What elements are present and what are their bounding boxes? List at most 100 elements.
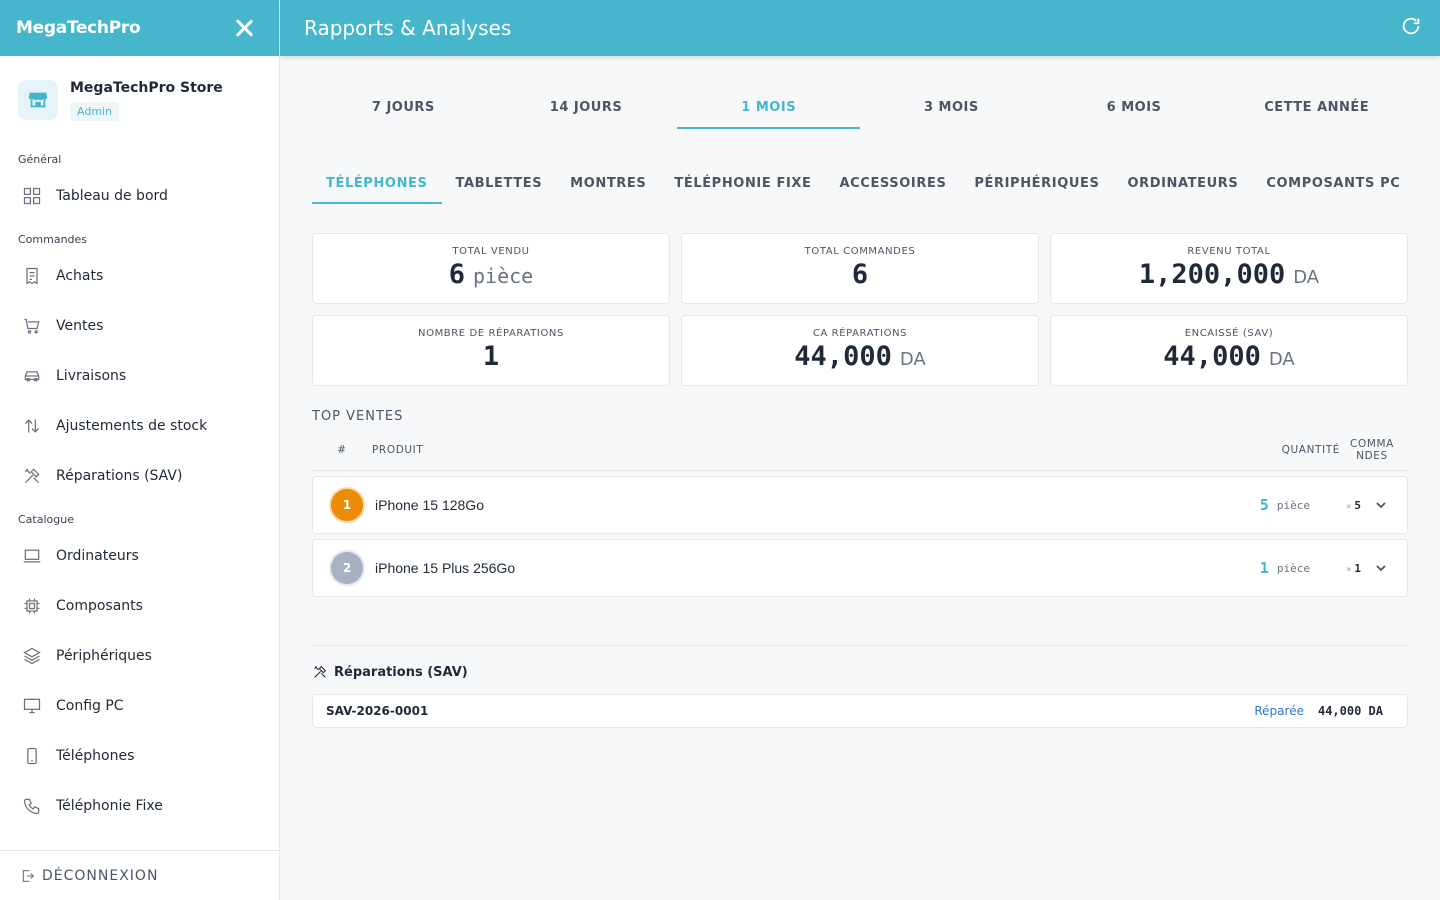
sidebar-item-dashboard[interactable]: Tableau de bord xyxy=(0,171,279,221)
layers-icon xyxy=(23,647,41,665)
stat-value: 44,000 DA xyxy=(1163,341,1295,372)
stats-grid: TOTAL VENDU 6 pièce TOTAL COMMANDES 6 REV… xyxy=(312,233,1408,386)
sidebar-item-label: Téléphones xyxy=(56,748,135,764)
stat-card-total-revenue: REVENU TOTAL 1,200,000 DA xyxy=(1050,233,1408,304)
stat-card-collected: ENCAISSÉ (SAV) 44,000 DA xyxy=(1050,315,1408,386)
sidebar-item-label: Ventes xyxy=(56,318,104,334)
stat-label: REVENU TOTAL xyxy=(1187,246,1271,257)
page-title: Rapports & Analyses xyxy=(304,16,512,40)
tab-7-days[interactable]: 7 JOURS xyxy=(312,90,495,129)
stat-label: TOTAL VENDU xyxy=(452,246,530,257)
stat-label: ENCAISSÉ (SAV) xyxy=(1184,328,1274,339)
tab-phones[interactable]: TÉLÉPHONES xyxy=(312,166,442,204)
sidebar-item-peripherals[interactable]: Périphériques xyxy=(0,631,279,681)
tab-landline[interactable]: TÉLÉPHONIE FIXE xyxy=(660,166,825,204)
receipt-icon xyxy=(26,267,38,285)
chevron-down-icon[interactable] xyxy=(1375,499,1387,511)
tab-computers[interactable]: ORDINATEURS xyxy=(1113,166,1252,204)
nav-section-orders: Commandes xyxy=(18,233,88,246)
tab-peripherals[interactable]: PÉRIPHÉRIQUES xyxy=(960,166,1113,204)
tab-1-month[interactable]: 1 MOIS xyxy=(677,90,861,129)
grid-icon xyxy=(23,187,41,205)
tab-watches[interactable]: MONTRES xyxy=(556,166,660,204)
sidebar-item-label: Réparations (SAV) xyxy=(56,468,183,484)
category-tabs: TÉLÉPHONES TABLETTES MONTRES TÉLÉPHONIE … xyxy=(312,166,1408,204)
sidebar-header: MegaTechPro xyxy=(0,0,279,56)
refresh-icon xyxy=(1402,17,1420,34)
tab-accessories[interactable]: ACCESSOIRES xyxy=(826,166,961,204)
repairs-section-title: Réparations (SAV) xyxy=(312,664,1408,680)
sidebar-item-label: Téléphonie Fixe xyxy=(56,798,163,814)
rank-badge: 1 xyxy=(331,489,363,521)
stat-card-repairs-revenue: CA RÉPARATIONS 44,000 DA xyxy=(681,315,1039,386)
rank-badge: 2 xyxy=(331,552,363,584)
sidebar-item-purchases[interactable]: Achats xyxy=(0,251,279,301)
sidebar-item-label: Composants xyxy=(56,598,143,614)
car-icon xyxy=(24,371,40,382)
logout-label: DÉCONNEXION xyxy=(42,867,159,884)
logout-button[interactable]: DÉCONNEXION xyxy=(0,850,279,900)
stat-label: TOTAL COMMANDES xyxy=(804,246,916,257)
sidebar-item-stock[interactable]: Ajustements de stock xyxy=(0,401,279,451)
tab-this-year[interactable]: CETTE ANNÉE xyxy=(1225,90,1408,129)
stat-unit: DA xyxy=(1293,267,1320,288)
sidebar-item-computers[interactable]: Ordinateurs xyxy=(0,531,279,581)
tab-pc-components[interactable]: COMPOSANTS PC xyxy=(1252,166,1408,204)
sidebar-item-label: Tableau de bord xyxy=(56,188,168,204)
refresh-button[interactable] xyxy=(1400,15,1422,42)
column-header-rank: # xyxy=(337,443,347,456)
stat-card-repairs-count: NOMBRE DE RÉPARATIONS 1 xyxy=(312,315,670,386)
stat-label: NOMBRE DE RÉPARATIONS xyxy=(418,328,564,339)
order-count: × 1 xyxy=(1345,561,1361,575)
top-sales-title: TOP VENTES xyxy=(312,409,404,424)
sidebar-item-deliveries[interactable]: Livraisons xyxy=(0,351,279,401)
tab-tablets[interactable]: TABLETTES xyxy=(442,166,557,204)
arrows-up-down-icon xyxy=(24,419,40,433)
store-card: MegaTechPro Store Admin xyxy=(0,56,279,136)
product-quantity: 1 xyxy=(1259,559,1269,577)
table-row[interactable]: 2 iPhone 15 Plus 256Go 1 pièce × 1 xyxy=(312,539,1408,597)
tab-6-months[interactable]: 6 MOIS xyxy=(1043,90,1226,129)
stat-unit: DA xyxy=(899,349,926,370)
sidebar-item-repairs[interactable]: Réparations (SAV) xyxy=(0,451,279,501)
nav-section-general: Général xyxy=(18,153,62,166)
stat-card-total-orders: TOTAL COMMANDES 6 xyxy=(681,233,1039,304)
chevron-down-icon[interactable] xyxy=(1375,562,1387,574)
sidebar-item-label: Livraisons xyxy=(56,368,127,384)
stat-unit: pièce xyxy=(473,264,534,288)
tab-3-months[interactable]: 3 MOIS xyxy=(860,90,1043,129)
stat-label: CA RÉPARATIONS xyxy=(812,328,908,339)
quantity-unit: pièce xyxy=(1276,498,1310,512)
column-header-orders: COMMA NDES xyxy=(1350,437,1394,462)
sidebar-item-sales[interactable]: Ventes xyxy=(0,301,279,351)
cart-icon xyxy=(24,318,40,334)
stat-unit: DA xyxy=(1268,349,1295,370)
product-name: iPhone 15 128Go xyxy=(375,497,484,513)
product-quantity: 5 xyxy=(1259,496,1269,514)
sidebar-item-components[interactable]: Composants xyxy=(0,581,279,631)
sidebar-item-label: Config PC xyxy=(56,698,124,714)
repair-amount: 44,000 DA xyxy=(1317,704,1383,718)
phone-icon xyxy=(23,798,40,815)
sidebar-item-label: Périphériques xyxy=(56,648,152,664)
top-sales-header: # PRODUIT QUANTITÉ COMMA NDES xyxy=(312,429,1408,471)
tab-14-days[interactable]: 14 JOURS xyxy=(495,90,678,129)
tools-icon xyxy=(314,665,327,678)
repair-id: SAV-2026-0001 xyxy=(326,704,429,718)
status-badge: Réparée xyxy=(1254,704,1304,718)
column-header-quantity: QUANTITÉ xyxy=(1281,443,1340,456)
quantity-unit: pièce xyxy=(1276,561,1310,575)
stat-card-total-sold: TOTAL VENDU 6 pièce xyxy=(312,233,670,304)
nav-section-catalog: Catalogue xyxy=(18,513,74,526)
repair-row[interactable]: SAV-2026-0001 Réparée 44,000 DA xyxy=(312,694,1408,728)
laptop-icon xyxy=(23,549,41,563)
close-icon[interactable] xyxy=(233,17,255,39)
tools-icon xyxy=(24,468,40,484)
sidebar: MegaTechPro MegaTechPro Store Admin Géné… xyxy=(0,0,280,900)
sidebar-item-landline[interactable]: Téléphonie Fixe xyxy=(0,781,279,831)
table-row[interactable]: 1 iPhone 15 128Go 5 pièce × 5 xyxy=(312,476,1408,534)
stat-value: 6 xyxy=(851,259,869,290)
period-tabs: 7 JOURS 14 JOURS 1 MOIS 3 MOIS 6 MOIS CE… xyxy=(312,90,1408,129)
sidebar-item-pc-config[interactable]: Config PC xyxy=(0,681,279,731)
sidebar-item-phones[interactable]: Téléphones xyxy=(0,731,279,781)
